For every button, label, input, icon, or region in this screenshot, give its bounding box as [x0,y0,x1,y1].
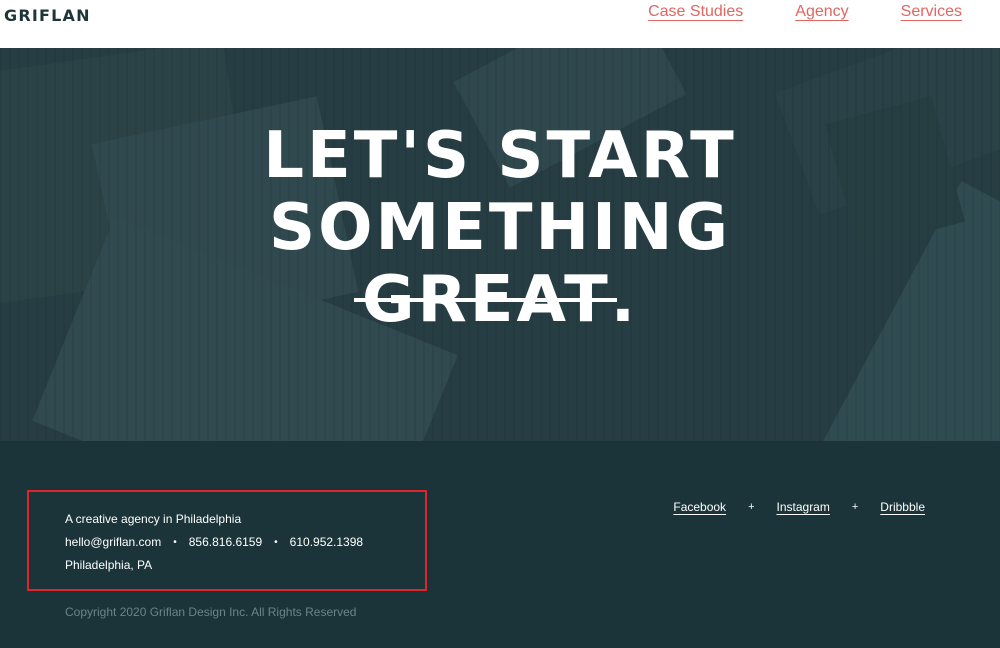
main-nav: Case Studies Agency Services [648,3,962,21]
nav-agency[interactable]: Agency [795,3,848,21]
headline-line-3: GREAT. [0,264,1000,336]
nav-case-studies[interactable]: Case Studies [648,3,743,21]
instagram-link[interactable]: Instagram [777,500,830,514]
location-text: Philadelphia, PA [65,558,153,572]
dribbble-link[interactable]: Dribbble [880,500,925,514]
phone-link-1[interactable]: 856.816.6159 [189,535,262,549]
copyright-text: Copyright 2020 Griflan Design Inc. All R… [65,605,357,619]
headline-line-2: SOMETHING [268,191,732,265]
site-header: GRIFLAN Case Studies Agency Services [0,0,1000,48]
headline-line-1: LET'S START [263,119,737,193]
site-footer: A creative agency in Philadelphia hello@… [0,441,1000,648]
contact-separator: • [274,536,278,548]
griflan-logo[interactable]: GRIFLAN [4,6,91,25]
social-separator: + [748,501,755,513]
contact-details: hello@griflan.com • 856.816.6159 • 610.9… [65,535,363,549]
contact-separator: • [173,536,177,548]
phone-link-2[interactable]: 610.952.1398 [290,535,363,549]
nav-services[interactable]: Services [901,3,962,21]
social-separator: + [851,501,859,513]
email-link[interactable]: hello@griflan.com [65,535,161,549]
headline-struck-word: GREAT [353,263,617,337]
agency-tagline: A creative agency in Philadelphia [65,512,242,526]
facebook-link[interactable]: Facebook [673,500,726,514]
hero-headline: LET'S START SOMETHING GREAT. [0,120,1000,336]
social-links: Facebook + Instagram + Dribbble [673,500,925,514]
hero-section: LET'S START SOMETHING GREAT. [0,48,1000,441]
